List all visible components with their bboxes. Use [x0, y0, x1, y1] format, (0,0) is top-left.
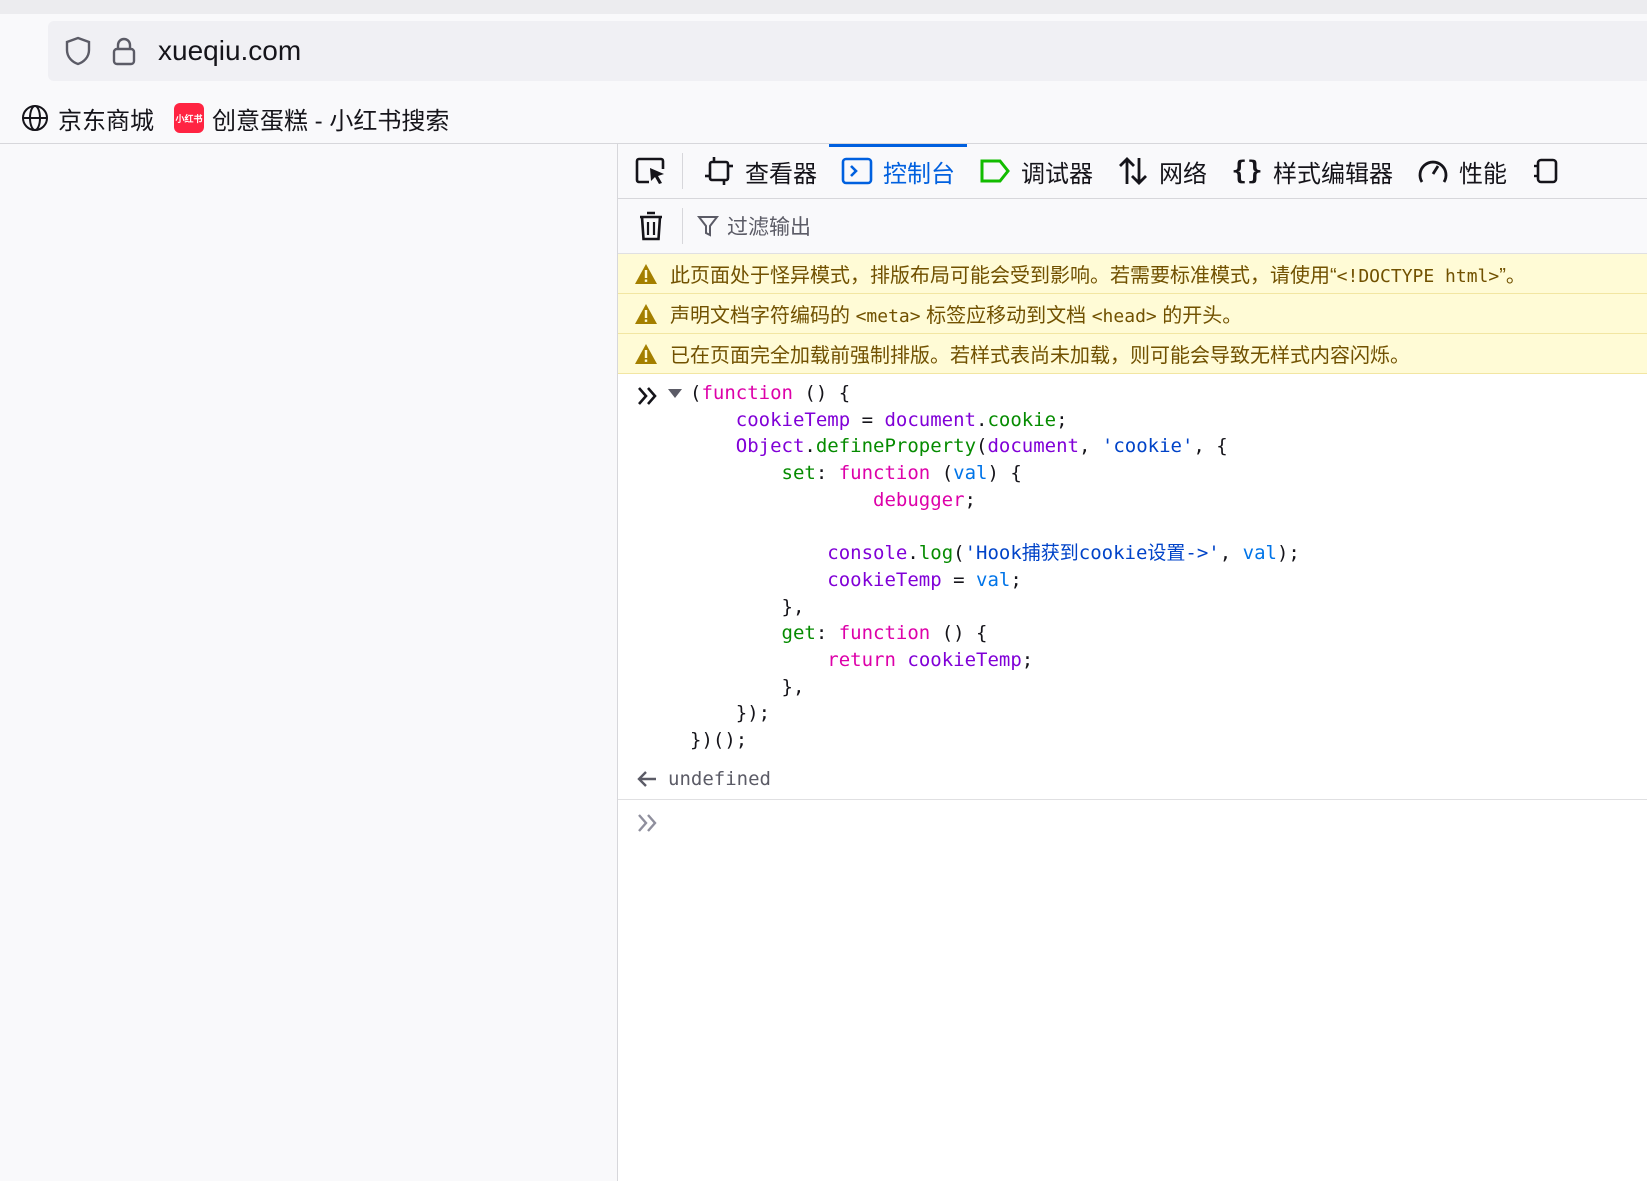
warning-text: 声明文档字符编码的 <meta> 标签应移动到文档 <head> 的开头。 — [670, 305, 1243, 327]
tab-label: 查看器 — [745, 160, 817, 188]
memory-icon — [1531, 155, 1563, 187]
clear-console-trash-icon[interactable] — [628, 203, 674, 249]
warning-icon — [634, 301, 660, 327]
window-top-strip — [0, 0, 1647, 14]
tab-console[interactable]: 控制台 — [829, 144, 967, 198]
element-picker-icon[interactable] — [628, 144, 674, 198]
page-content — [0, 144, 617, 1181]
warning-text: 此页面处于怪异模式，排版布局可能会受到影响。若需要标准模式，请使用“<!DOCT… — [670, 265, 1526, 287]
globe-icon — [20, 103, 50, 133]
console-input-prompt-icon[interactable] — [636, 811, 660, 835]
filter-icon — [697, 214, 721, 238]
devtools-panel: 查看器 控制台 调试器 网络 {} 样式编辑器 性能 过滤输出 此页面处于怪异模… — [618, 144, 1647, 1181]
tracking-protection-shield-icon[interactable] — [62, 35, 94, 67]
bookmark-label: 京东商城 — [58, 107, 154, 135]
tab-label: 调试器 — [1021, 160, 1093, 188]
console-code-block: (function () { cookieTemp = document.coo… — [690, 382, 1300, 752]
result-value: undefined — [668, 768, 771, 790]
inspector-icon — [703, 155, 735, 187]
console-warning: 已在页面完全加载前强制排版。若样式表尚未加载，则可能会导致无样式内容闪烁。 — [618, 334, 1647, 374]
tab-performance[interactable]: 性能 — [1405, 144, 1519, 198]
lock-icon[interactable] — [108, 35, 140, 67]
network-icon — [1117, 155, 1149, 187]
prompt-chevron-icon — [636, 384, 660, 408]
console-result-row: undefined — [618, 759, 1647, 800]
tab-inspector[interactable]: 查看器 — [691, 144, 829, 198]
collapse-arrow-icon[interactable] — [668, 389, 682, 398]
performance-icon — [1417, 155, 1449, 187]
address-bar[interactable]: xueqiu.com — [48, 21, 1647, 81]
console-icon — [841, 155, 873, 187]
devtools-tab-bar: 查看器 控制台 调试器 网络 {} 样式编辑器 性能 — [618, 144, 1647, 199]
style-editor-icon: {} — [1231, 156, 1263, 186]
console-toolbar: 过滤输出 — [618, 199, 1647, 254]
filter-output-input[interactable]: 过滤输出 — [697, 211, 811, 241]
tab-memory-partial[interactable] — [1519, 144, 1585, 198]
tab-label: 性能 — [1459, 160, 1507, 188]
debugger-icon — [979, 155, 1011, 187]
xiaohongshu-logo: 小红书 — [174, 103, 204, 133]
tab-style-editor[interactable]: {} 样式编辑器 — [1219, 144, 1405, 198]
filter-placeholder: 过滤输出 — [727, 216, 811, 239]
tab-label: 样式编辑器 — [1273, 160, 1393, 188]
return-arrow-icon — [636, 768, 658, 790]
tab-label: 控制台 — [883, 160, 955, 188]
warning-icon — [634, 341, 660, 367]
bookmark-jd[interactable]: 京东商城 — [20, 101, 154, 136]
warning-text: 已在页面完全加载前强制排版。若样式表尚未加载，则可能会导致无样式内容闪烁。 — [670, 345, 1410, 367]
console-warning: 此页面处于怪异模式，排版布局可能会受到影响。若需要标准模式，请使用“<!DOCT… — [618, 254, 1647, 294]
bookmark-xiaohongshu[interactable]: 小红书 创意蛋糕 - 小红书搜索 — [174, 101, 449, 136]
bookmark-label: 创意蛋糕 - 小红书搜索 — [212, 107, 450, 135]
bookmarks-toolbar: 京东商城 小红书 创意蛋糕 - 小红书搜索 — [0, 96, 449, 140]
warning-icon — [634, 261, 660, 287]
toolbar-separator — [682, 208, 683, 244]
tab-separator — [682, 153, 683, 189]
tab-debugger[interactable]: 调试器 — [967, 144, 1105, 198]
console-warning: 声明文档字符编码的 <meta> 标签应移动到文档 <head> 的开头。 — [618, 294, 1647, 334]
url-text[interactable]: xueqiu.com — [158, 35, 301, 67]
tab-label: 网络 — [1159, 160, 1207, 188]
tab-network[interactable]: 网络 — [1105, 144, 1219, 198]
